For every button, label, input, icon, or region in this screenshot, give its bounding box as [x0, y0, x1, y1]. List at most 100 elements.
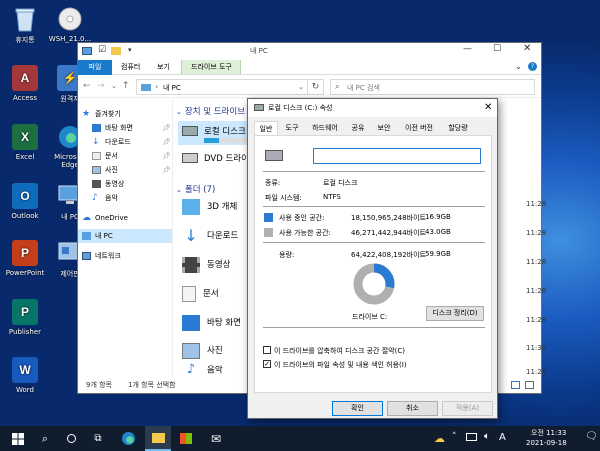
minimize-button[interactable]: — [463, 44, 472, 54]
drive-name-input[interactable] [313, 148, 481, 164]
drives-group-header[interactable]: ⌄ 장치 및 드라이브 [176, 105, 245, 117]
nav-item-downloads[interactable]: ↓ 다운로드 [92, 135, 172, 149]
cortana-button[interactable] [58, 426, 84, 451]
tab-general[interactable]: 일반 [254, 121, 278, 136]
folder-3d-objects[interactable]: 3D 개체 [182, 195, 237, 219]
ribbon-tab-file[interactable]: 파일 [78, 60, 112, 75]
tab-sharing[interactable]: 공유 [346, 121, 370, 135]
chevron-down-icon[interactable]: ⌄ [111, 82, 117, 90]
start-button[interactable] [5, 426, 31, 451]
tiles-view-icon[interactable] [525, 381, 534, 389]
folder-downloads[interactable]: ↓ 다운로드 [182, 224, 238, 248]
folder-time: 11:28 [526, 258, 547, 266]
folder-label: 동영상 [207, 260, 231, 270]
desktop-icon-wsh[interactable]: WSH_21.0... [45, 6, 95, 43]
nav-item-pictures[interactable]: 사진 [92, 163, 172, 177]
nav-item-network[interactable]: 네트워크 [82, 249, 172, 263]
refresh-button[interactable]: ↻ [307, 79, 324, 95]
ribbon-tab-computer[interactable]: 컴퓨터 [114, 60, 147, 75]
clock-time[interactable]: 오전 11:33 [531, 428, 566, 438]
edge-taskbar-button[interactable] [115, 426, 141, 451]
ribbon-tab-drive-tools[interactable]: 드라이브 도구 [184, 60, 239, 75]
chevron-down-icon[interactable]: ▾ [128, 46, 132, 54]
nav-item-documents[interactable]: 문서 [92, 149, 172, 163]
maximize-button[interactable]: ☐ [493, 44, 501, 54]
mail-taskbar-button[interactable]: ✉ [203, 426, 229, 451]
desktop-icon-excel[interactable]: X Excel [0, 124, 50, 161]
videos-icon [182, 256, 200, 273]
tab-previous-versions[interactable]: 이전 버전 [398, 121, 440, 135]
folder-documents[interactable]: 문서 [182, 282, 219, 306]
desktop-icon-outlook[interactable]: O Outlook [0, 183, 50, 220]
address-dropdown-button[interactable]: ⌄ [295, 79, 307, 95]
show-hidden-icons-button[interactable]: ˄ [452, 432, 457, 442]
speaker-icon[interactable]: 🔈︎ [484, 431, 490, 442]
breadcrumb[interactable]: 내 PC [163, 83, 181, 93]
clock-date[interactable]: 2021-09-18 [526, 439, 567, 447]
pin-icon: 📌︎ [162, 124, 171, 132]
search-button[interactable]: ⌕ [32, 426, 58, 451]
weather-icon[interactable]: ☁ [434, 432, 445, 445]
powerpoint-icon: P [12, 240, 38, 266]
tab-hardware[interactable]: 하드웨어 [306, 121, 344, 135]
help-icon[interactable]: ? [528, 62, 537, 71]
folders-group-header[interactable]: ⌄ 폴더 (7) [176, 183, 215, 195]
nav-item-quick-access[interactable]: ★ 즐겨찾기 [82, 107, 172, 121]
taskbar: ⌕ ⧉ ✉ ☁ ˄ 🔈︎ A 오전 11:33 2021-09-18 🗨︎ [0, 426, 600, 451]
drive-local-disk[interactable]: 로컬 디스크 [178, 121, 258, 145]
desktop-icon-powerpoint[interactable]: P PowerPoint [0, 240, 50, 277]
free-space-swatch [264, 228, 273, 237]
ok-button[interactable]: 확인 [332, 401, 383, 416]
capacity-bytes: 64,422,408,192바이트 [351, 251, 426, 259]
desktop-icon-access[interactable]: A Access [0, 65, 50, 102]
pin-icon: 📌︎ [162, 152, 171, 160]
up-arrow-icon[interactable]: ↑ [122, 81, 130, 91]
details-view-icon[interactable] [511, 381, 520, 389]
check-icon[interactable]: ☑ [98, 45, 106, 55]
status-selected: 1개 항목 선택함 [128, 381, 176, 389]
apply-button[interactable]: 적용(A) [442, 401, 493, 416]
forward-arrow-icon[interactable]: → [97, 81, 105, 91]
desktop-icon-recycle-bin[interactable]: 휴지통 [0, 6, 50, 45]
compress-checkbox[interactable] [263, 346, 271, 354]
folder-pictures[interactable]: 사진 [182, 339, 223, 363]
notification-icon[interactable]: 🗨︎ [585, 431, 598, 442]
nav-item-onedrive[interactable]: ☁ OneDrive [82, 211, 172, 225]
back-arrow-icon[interactable]: ← [83, 81, 91, 91]
nav-item-desktop[interactable]: 바탕 화면 [92, 121, 172, 135]
task-view-button[interactable]: ⧉ [85, 426, 111, 451]
nav-item-videos[interactable]: 동영상 [92, 177, 172, 191]
tab-tools[interactable]: 도구 [280, 121, 304, 135]
folder-videos[interactable]: 동영상 [182, 253, 230, 277]
separator [263, 242, 485, 243]
folder-desktop[interactable]: 바탕 화면 [182, 311, 241, 335]
search-input[interactable]: 내 PC 검색 [347, 83, 380, 93]
folder-icon[interactable] [111, 47, 121, 55]
nav-item-this-pc[interactable]: 내 PC [78, 229, 172, 243]
type-value: 로컬 디스크 [323, 179, 358, 187]
cancel-button[interactable]: 취소 [387, 401, 438, 416]
chevron-down-icon[interactable]: ⌄ [515, 62, 522, 71]
folder-music[interactable]: ♪ 음악 [182, 362, 223, 377]
close-button[interactable]: ✕ [523, 43, 531, 54]
desktop-icon-publisher[interactable]: P Publisher [0, 299, 50, 336]
search-box[interactable]: ⌕ 내 PC 검색 [330, 79, 535, 95]
file-explorer-taskbar-button[interactable] [145, 426, 171, 451]
compress-label: 이 드라이브를 압축하여 디스크 공간 절약(C) [274, 347, 405, 355]
index-checkbox[interactable]: ✓ [263, 360, 271, 368]
tab-security[interactable]: 보안 [372, 121, 396, 135]
nav-item-label: 다운로드 [105, 138, 131, 146]
close-button[interactable]: ✕ [484, 99, 492, 117]
store-taskbar-button[interactable] [173, 426, 199, 451]
ribbon-tab-view[interactable]: 보기 [150, 60, 177, 75]
videos-icon [92, 180, 101, 188]
tab-quota[interactable]: 할당량 [442, 121, 474, 135]
nav-item-music[interactable]: ♪ 음악 [92, 191, 172, 205]
desktop-icon-word[interactable]: W Word [0, 357, 50, 394]
nav-item-label: 사진 [105, 166, 118, 174]
disk-cleanup-button[interactable]: 디스크 정리(D) [426, 306, 484, 321]
input-language-indicator[interactable]: A [499, 432, 506, 443]
folder-time: 11:28 [526, 287, 547, 295]
drive-dvd[interactable]: DVD 드라이 [178, 147, 258, 171]
network-icon[interactable] [466, 433, 477, 441]
